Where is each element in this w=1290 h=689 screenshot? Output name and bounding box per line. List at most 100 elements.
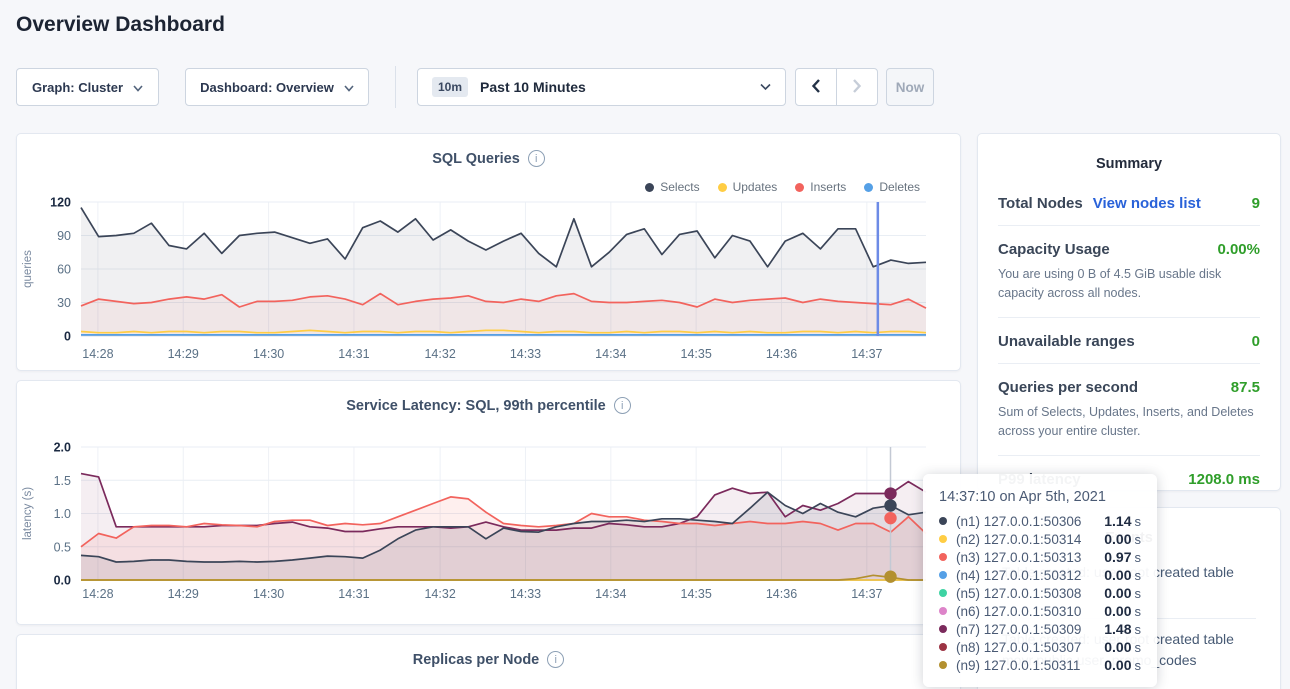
summary-row-total-nodes: Total Nodes View nodes list 9 — [998, 180, 1260, 225]
node-color-dot — [939, 661, 947, 669]
node-color-dot — [939, 553, 947, 561]
time-range-label: Past 10 Minutes — [480, 79, 586, 95]
now-button-label: Now — [896, 80, 925, 95]
capacity-usage-description: You are using 0 B of 4.5 GiB usable disk… — [998, 265, 1260, 317]
node-color-dot — [939, 535, 947, 543]
svg-text:14:28: 14:28 — [82, 587, 113, 601]
svg-text:14:29: 14:29 — [168, 347, 199, 361]
sql-queries-card: SQL Queries i Selects Updates Inserts Delet… — [16, 133, 961, 371]
svg-text:1.5: 1.5 — [54, 474, 71, 488]
svg-text:0: 0 — [64, 330, 71, 344]
svg-text:14:33: 14:33 — [510, 587, 541, 601]
svg-text:2.0: 2.0 — [54, 441, 71, 455]
page-title: Overview Dashboard — [16, 13, 225, 37]
svg-text:0.5: 0.5 — [54, 540, 71, 554]
svg-text:90: 90 — [57, 229, 71, 243]
tooltip-row: (n7) 127.0.0.1:503091.48s — [939, 620, 1141, 638]
legend-item-selects[interactable]: Selects — [645, 180, 699, 194]
svg-text:120: 120 — [50, 196, 71, 210]
svg-text:14:31: 14:31 — [338, 587, 369, 601]
dashboard-dropdown[interactable]: Dashboard: Overview — [185, 68, 369, 106]
sql-queries-chart[interactable]: 0 30 60 90 120 14:28 14:29 14:30 14:31 14:32 14:33… — [17, 196, 962, 366]
dashboard-dropdown-label: Dashboard: Overview — [200, 80, 334, 95]
svg-text:14:36: 14:36 — [766, 587, 797, 601]
view-nodes-list-link[interactable]: View nodes list — [1093, 195, 1201, 212]
chevron-down-icon — [344, 80, 354, 95]
overview-dashboard-page: Overview Dashboard Graph: Cluster Dashbo… — [0, 0, 1290, 689]
legend-dot — [864, 183, 873, 192]
legend-item-deletes[interactable]: Deletes — [864, 180, 920, 194]
info-icon[interactable]: i — [528, 150, 545, 167]
svg-text:30: 30 — [57, 296, 71, 310]
svg-text:14:29: 14:29 — [168, 587, 199, 601]
node-color-dot — [939, 625, 947, 633]
svg-text:60: 60 — [57, 263, 71, 277]
sql-queries-legend: Selects Updates Inserts Deletes — [645, 180, 920, 194]
chevron-down-icon — [760, 83, 771, 91]
legend-dot — [795, 183, 804, 192]
capacity-usage-value: 0.00% — [1217, 241, 1260, 258]
node-color-dot — [939, 589, 947, 597]
unavailable-ranges-label: Unavailable ranges — [998, 333, 1135, 350]
svg-text:1.0: 1.0 — [54, 507, 71, 521]
chevron-right-icon — [851, 78, 863, 97]
time-forward-button[interactable] — [836, 68, 878, 106]
time-back-button[interactable] — [795, 68, 837, 106]
svg-text:latency (s): latency (s) — [22, 487, 34, 540]
svg-text:14:34: 14:34 — [595, 347, 626, 361]
capacity-usage-label: Capacity Usage — [998, 241, 1110, 258]
legend-dot — [645, 183, 654, 192]
node-color-dot — [939, 607, 947, 615]
summary-title: Summary — [978, 134, 1280, 180]
controls-divider — [395, 66, 396, 108]
info-icon[interactable]: i — [614, 397, 631, 414]
legend-item-updates[interactable]: Updates — [718, 180, 778, 194]
svg-text:14:28: 14:28 — [82, 347, 113, 361]
queries-per-second-label: Queries per second — [998, 379, 1138, 396]
time-range-selector[interactable]: 10m Past 10 Minutes — [417, 68, 786, 106]
svg-text:14:30: 14:30 — [253, 587, 284, 601]
tooltip-row: (n3) 127.0.0.1:503130.97s — [939, 548, 1141, 566]
node-color-dot — [939, 517, 947, 525]
node-color-dot — [939, 643, 947, 651]
legend-dot — [718, 183, 727, 192]
tooltip-row: (n2) 127.0.0.1:503140.00s — [939, 530, 1141, 548]
svg-text:14:30: 14:30 — [253, 347, 284, 361]
p99-latency-value: 1208.0 ms — [1188, 471, 1260, 488]
summary-row-unavailable-ranges: Unavailable ranges 0 — [998, 317, 1260, 363]
svg-text:14:33: 14:33 — [510, 347, 541, 361]
tooltip-row: (n1) 127.0.0.1:503061.14s — [939, 512, 1141, 530]
chevron-down-icon — [133, 80, 143, 95]
sql-queries-title: SQL Queries i — [17, 134, 960, 167]
queries-per-second-value: 87.5 — [1231, 379, 1260, 396]
time-range-badge: 10m — [432, 77, 468, 97]
tooltip-row: (n5) 127.0.0.1:503080.00s — [939, 584, 1141, 602]
chevron-left-icon — [810, 78, 822, 97]
node-color-dot — [939, 571, 947, 579]
total-nodes-value: 9 — [1252, 195, 1260, 212]
service-latency-title: Service Latency: SQL, 99th percentile i — [17, 381, 960, 414]
graph-scope-dropdown[interactable]: Graph: Cluster — [16, 68, 159, 106]
svg-text:0.0: 0.0 — [54, 574, 71, 588]
service-latency-chart[interactable]: 0.00.51.01.52.014:2814:2914:3014:3114:32… — [17, 433, 962, 606]
qps-description: Sum of Selects, Updates, Inserts, and De… — [998, 403, 1260, 455]
svg-text:14:37: 14:37 — [851, 347, 882, 361]
svg-text:14:36: 14:36 — [766, 347, 797, 361]
svg-text:queries: queries — [22, 250, 34, 288]
svg-text:14:32: 14:32 — [424, 347, 455, 361]
info-icon[interactable]: i — [547, 651, 564, 668]
svg-text:14:35: 14:35 — [681, 347, 712, 361]
svg-text:14:35: 14:35 — [681, 587, 712, 601]
tooltip-row: (n9) 127.0.0.1:503110.00s — [939, 656, 1141, 674]
now-button[interactable]: Now — [886, 68, 934, 106]
legend-item-inserts[interactable]: Inserts — [795, 180, 846, 194]
replicas-per-node-card: Replicas per Node i — [16, 634, 961, 689]
service-latency-card: Service Latency: SQL, 99th percentile i … — [16, 380, 961, 625]
svg-text:14:34: 14:34 — [595, 587, 626, 601]
summary-panel: Summary Total Nodes View nodes list 9 Ca… — [977, 133, 1281, 491]
svg-text:14:37: 14:37 — [851, 587, 882, 601]
tooltip-timestamp: 14:37:10 on Apr 5th, 2021 — [939, 489, 1141, 505]
tooltip-row: (n4) 127.0.0.1:503120.00s — [939, 566, 1141, 584]
svg-text:14:31: 14:31 — [338, 347, 369, 361]
tooltip-row: (n8) 127.0.0.1:503070.00s — [939, 638, 1141, 656]
